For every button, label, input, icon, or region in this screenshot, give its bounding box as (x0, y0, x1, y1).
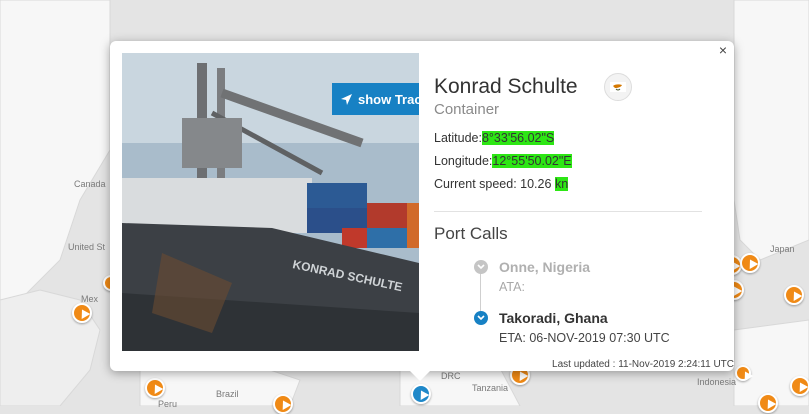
vessel-marker[interactable] (784, 285, 804, 305)
navigation-arrow-icon (341, 93, 352, 105)
latitude-label: Latitude: (434, 131, 482, 145)
port-call-name[interactable]: Onne, Nigeria (499, 259, 590, 275)
vessel-marker[interactable] (740, 253, 760, 273)
vessel-marker[interactable] (790, 376, 809, 396)
speed-unit: kn (554, 177, 569, 191)
port-calls-title: Port Calls (434, 224, 508, 243)
speed-row: Current speed: 10.26 kn (434, 177, 569, 191)
port-call-detail: ETA: 06-NOV-2019 07:30 UTC (499, 331, 670, 345)
port-call-detail: ATA: (499, 280, 525, 294)
vessel-marker[interactable] (72, 303, 92, 323)
cyprus-flag-icon (604, 73, 632, 101)
show-track-label: show Track (358, 91, 419, 107)
show-track-button[interactable]: show Track (332, 83, 419, 115)
vessel-marker[interactable] (758, 393, 778, 413)
vessel-marker[interactable] (273, 394, 293, 414)
map-label-canada: Canada (74, 179, 106, 189)
map-label-peru: Peru (158, 399, 178, 409)
vessel-type: Container (434, 101, 500, 118)
vessel-marker[interactable] (735, 365, 751, 381)
vessel-marker[interactable] (145, 378, 165, 398)
vessel-photo: KONRAD SCHULTE show Track (122, 53, 419, 351)
section-divider (434, 211, 702, 212)
map-label-brazil: Brazil (216, 389, 239, 399)
longitude-row: Longitude:12°55'50.02"E (434, 154, 572, 168)
latitude-row: Latitude:8°33'56.02"S (434, 131, 555, 145)
map-label-indonesia: Indonesia (697, 377, 737, 387)
longitude-value: 12°55'50.02"E (492, 154, 572, 168)
map-label-japan: Japan (770, 244, 795, 254)
speed-label: Current speed: 10.26 (434, 177, 552, 191)
latitude-value: 8°33'56.02"S (481, 131, 555, 145)
chevron-down-icon (474, 260, 488, 274)
map-label-united-states: United St (68, 242, 106, 252)
chevron-down-icon (474, 311, 488, 325)
port-call-name[interactable]: Takoradi, Ghana (499, 310, 608, 326)
vessel-name: Konrad Schulte (434, 75, 578, 98)
popup-pointer (410, 371, 430, 381)
longitude-label: Longitude: (434, 154, 493, 168)
close-icon[interactable]: × (716, 42, 730, 58)
map-label-drc: DRC (441, 371, 461, 381)
map-label-tanzania: Tanzania (472, 383, 509, 393)
selected-vessel-marker[interactable] (411, 384, 431, 404)
last-updated: Last updated : 11-Nov-2019 2:24:11 UTC (552, 359, 734, 370)
vessel-popup: × KONRAD SCHULTE show Trac Konrad Schult… (110, 41, 734, 381)
